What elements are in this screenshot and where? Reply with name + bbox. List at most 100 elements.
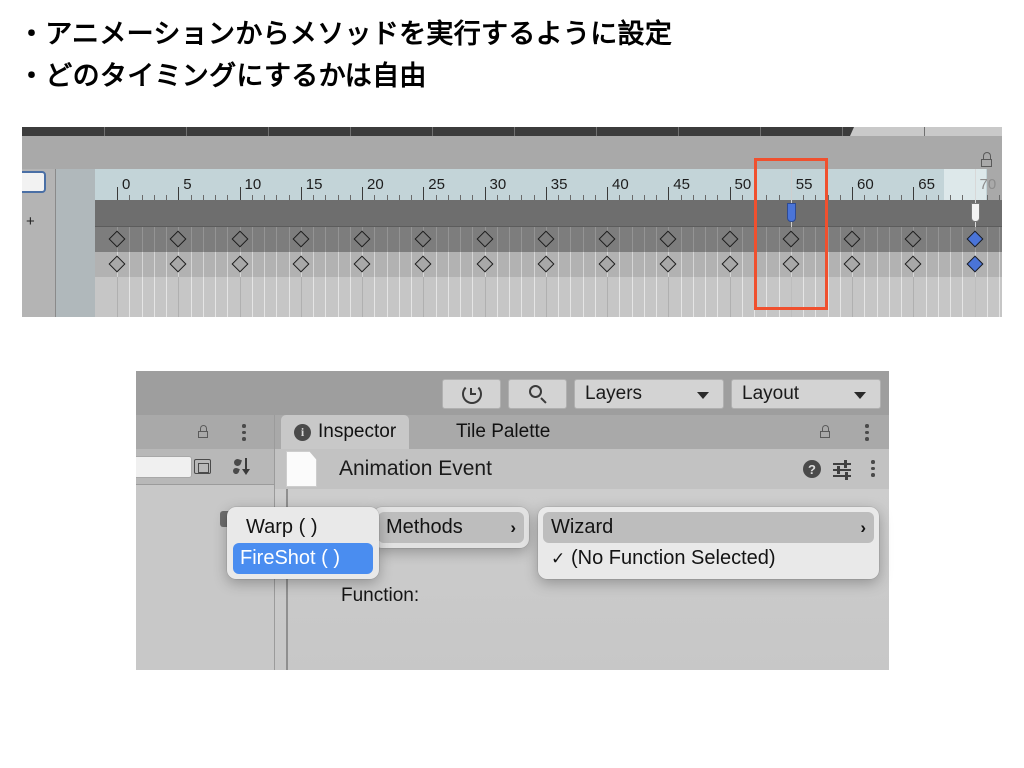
functions-context-menu[interactable]: Warp ( ) FireShot ( ) [227,507,379,579]
keyframe-diamond[interactable] [966,255,983,273]
hierarchy-search-input[interactable] [136,456,192,478]
help-icon[interactable]: ? [803,460,821,478]
slide-bullet-1: ・アニメーションからメソッドを実行するように設定 [18,19,673,49]
keyframe-diamond[interactable] [292,230,310,248]
keyframe-diamond[interactable] [659,230,677,248]
keyframe-diamond[interactable] [292,255,310,273]
history-button[interactable] [442,379,501,409]
timeline-gridline [190,227,192,252]
timeline-gridline [999,277,1000,317]
kebab-menu-icon[interactable] [242,424,246,444]
timeline-gridline [349,227,351,252]
tab-tile-palette[interactable]: Tile Palette [443,415,563,449]
layout-dropdown[interactable]: Layout [731,379,881,409]
keyframe-diamond[interactable] [659,255,677,273]
keyframe-diamond[interactable] [782,255,800,273]
timeline-gridline [153,277,155,317]
keyframe-row-summary[interactable] [95,227,1002,252]
wizard-context-menu[interactable]: Wizard › ✓ (No Function Selected) [538,507,879,579]
timeline-gridline [962,227,964,252]
timeline-gridline [778,227,780,252]
timeline-gridline [460,227,461,252]
keyframe-diamond[interactable] [782,230,800,248]
sort-icon[interactable] [232,457,254,477]
ruler-major-tick [913,187,915,200]
keyframe-diamond[interactable] [904,230,922,248]
keyframe-diamond[interactable] [169,230,187,248]
keyframe-diamond[interactable] [966,230,983,248]
menu-item-wizard[interactable]: Wizard › [543,512,874,543]
end-frame-marker[interactable] [970,203,980,222]
timeline-gridline [533,277,535,317]
keyframe-diamond[interactable] [414,230,432,248]
timeline-gridline [435,252,437,277]
menu-item-no-function-selected[interactable]: ✓ (No Function Selected) [538,543,879,574]
timeline-gridline [570,252,572,277]
keyframe-diamond[interactable] [108,230,126,248]
slide-root: ・アニメーションからメソッドを実行するように設定 ・どのタイミングにするかは自由… [0,0,1024,768]
keyframe-diamond[interactable] [231,255,248,273]
timeline-gridline [398,227,400,252]
ruler-major-tick [239,187,241,200]
ruler-major-tick [852,187,853,200]
add-keyframe-button[interactable]: + [26,213,35,230]
expand-window-icon[interactable] [194,459,211,474]
keyframe-diamond[interactable] [721,230,738,248]
timeline-gridline [864,277,866,317]
menu-item-wizard-label: Wizard [551,516,614,538]
search-button[interactable] [508,379,567,409]
keyframe-diamond[interactable] [414,255,432,273]
timeline-gridline [901,227,902,252]
keyframe-diamond[interactable] [843,230,861,248]
keyframe-diamond[interactable] [537,230,555,248]
timeline-gridline [925,227,927,252]
timeline-ruler[interactable]: 0 5 10 15 20 25 30 35 40 45 50 55 60 65 70 [95,169,1002,200]
function-label: Function: [341,585,420,606]
timeline-gridline [313,252,314,277]
kebab-menu-icon[interactable] [865,424,869,444]
keyframe-diamond[interactable] [231,230,248,248]
window-chrome-separator [596,127,597,136]
timeline-gridline [986,227,988,252]
menu-item-warp[interactable]: Warp ( ) [227,512,379,543]
keyframe-diamond[interactable] [598,255,616,273]
menu-item-methods[interactable]: Methods › [378,512,524,543]
kebab-menu-icon[interactable] [871,460,875,480]
timeline-gridline [594,252,596,277]
keyframe-diamond[interactable] [904,255,922,273]
ruler-tick-label: 35 [550,176,568,193]
timeline-gridline [521,277,523,317]
methods-context-menu[interactable]: Methods › [373,507,529,548]
lock-icon[interactable] [981,152,994,168]
preset-sliders-icon[interactable] [833,460,851,480]
timeline-gridline [484,277,486,317]
ruler-major-tick [484,187,486,200]
ruler-major-tick [423,187,425,200]
layers-dropdown[interactable]: Layers [574,379,724,409]
keyframe-diamond[interactable] [721,255,738,273]
keyframe-diamond[interactable] [843,255,861,273]
lock-icon[interactable] [198,425,210,439]
timeline-gridline [239,277,241,317]
timeline-gridline [582,227,584,252]
window-chrome-separator [186,127,187,136]
keyframe-diamond[interactable] [169,255,187,273]
timeline-gridline [741,277,743,317]
keyframe-diamond[interactable] [598,230,616,248]
timeline-gridline [705,227,706,252]
keyframe-diamond[interactable] [476,255,493,273]
menu-item-fireshot[interactable]: FireShot ( ) [233,543,373,574]
keyframe-diamond[interactable] [537,255,555,273]
tab-inspector[interactable]: i Inspector [281,415,410,449]
keyframe-diamond[interactable] [476,230,493,248]
timeline-playhead-strip[interactable] [95,169,1002,227]
timeline-gridline [692,277,694,317]
keyframe-diamond[interactable] [353,230,371,248]
current-frame-marker[interactable] [786,203,796,222]
timeline-gridline [288,252,290,277]
keyframe-diamond[interactable] [353,255,371,273]
lock-icon[interactable] [820,425,832,439]
keyframe-row-event[interactable] [95,252,1002,277]
keyframe-diamond[interactable] [108,255,126,273]
frame-number-field[interactable] [22,171,46,193]
